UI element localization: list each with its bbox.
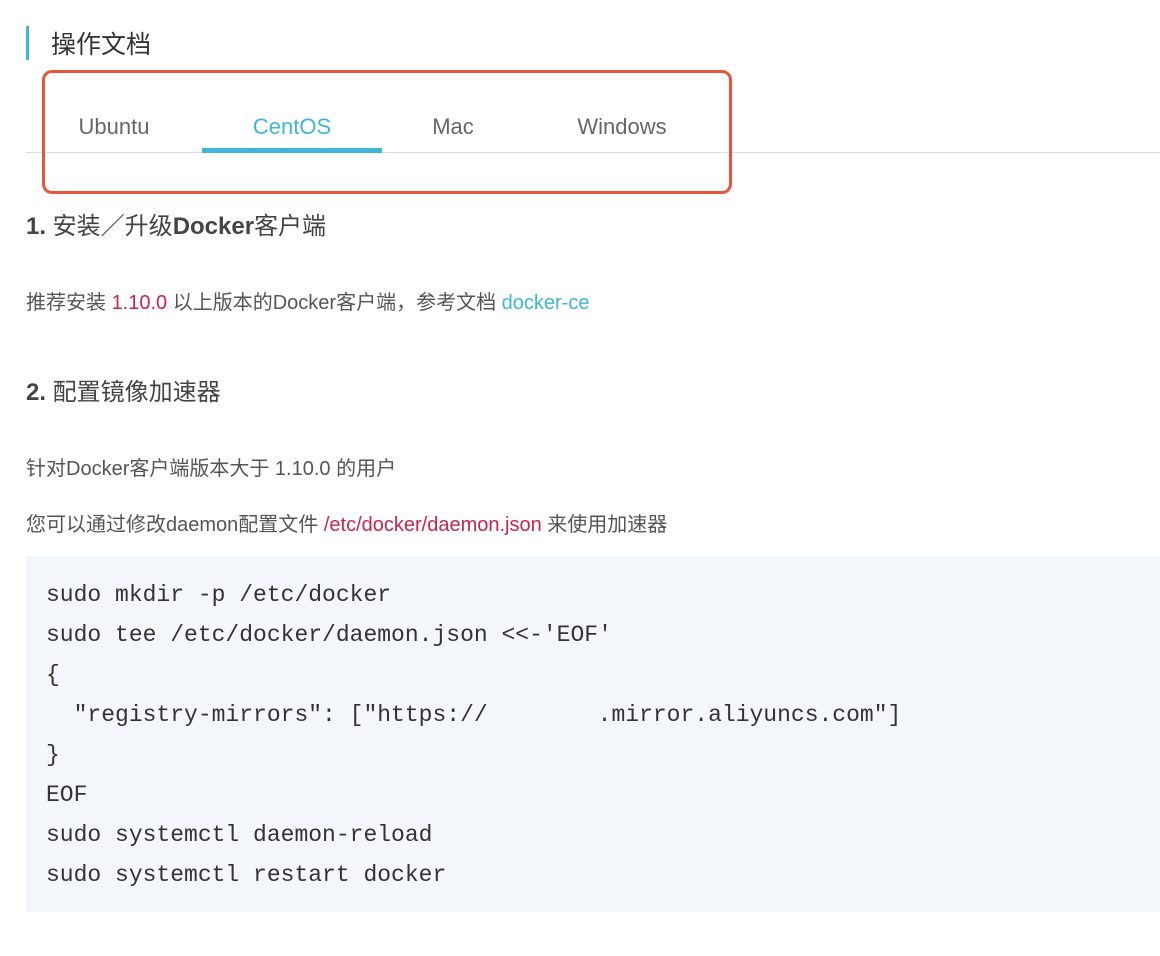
code-block[interactable]: sudo mkdir -p /etc/docker sudo tee /etc/…: [26, 556, 1160, 912]
code-line-8: sudo systemctl restart docker: [46, 862, 447, 888]
tab-mac[interactable]: Mac: [412, 114, 494, 152]
version-number: 1.10.0: [111, 292, 168, 314]
section-2-title: 2. 配置镜像加速器: [26, 372, 221, 407]
daemon-json-path: /etc/docker/daemon.json: [323, 514, 542, 536]
section-1-text-mid: 以上版本的Docker客户端，参考文档: [167, 292, 502, 314]
code-line-7: sudo systemctl daemon-reload: [46, 822, 433, 848]
code-line-4: "registry-mirrors": ["https:// .mirror.al…: [46, 702, 902, 728]
section-2-number: 2.: [26, 379, 47, 406]
tab-centos[interactable]: CentOS: [202, 114, 382, 153]
code-line-3: {: [46, 662, 60, 688]
section-1-title-pre: 安装／升级: [46, 213, 173, 240]
code-line-4-suffix: .mirror.aliyuncs.com"]: [597, 702, 902, 728]
section-1-number: 1.: [26, 213, 47, 240]
section-1-text: 推荐安装 1.10.0 以上版本的Docker客户端，参考文档 docker-c…: [26, 286, 589, 315]
docker-ce-link[interactable]: docker-ce: [502, 292, 590, 314]
page-title: 操作文档: [26, 26, 151, 60]
section-1-title-post: 客户端: [254, 213, 327, 240]
code-line-4-pre: "registry-mirrors": ["https://: [46, 702, 488, 728]
code-line-5: }: [46, 742, 60, 768]
tab-windows[interactable]: Windows: [554, 114, 690, 152]
code-line-6: EOF: [46, 782, 88, 808]
page-title-text: 操作文档: [51, 31, 152, 59]
section-1-title: 1. 安装／升级Docker客户端: [26, 206, 326, 241]
os-tabs: Ubuntu CentOS Mac Windows: [26, 90, 1160, 153]
section-2-line-2-pre: 您可以通过修改daemon配置文件: [26, 514, 324, 536]
code-line-2: sudo tee /etc/docker/daemon.json <<-'EOF…: [46, 622, 612, 648]
tab-ubuntu[interactable]: Ubuntu: [66, 114, 162, 152]
section-1-text-pre: 推荐安装: [26, 292, 112, 314]
code-line-1: sudo mkdir -p /etc/docker: [46, 582, 392, 608]
redacted-mirror-id: [487, 703, 598, 726]
section-1-title-bold: Docker: [172, 213, 255, 240]
section-2-line-1: 针对Docker客户端版本大于 1.10.0 的用户: [26, 458, 397, 480]
section-2-line-2: 您可以通过修改daemon配置文件 /etc/docker/daemon.jso…: [26, 508, 667, 537]
section-2-title-text: 配置镜像加速器: [46, 379, 221, 406]
section-2-line-2-post: 来使用加速器: [541, 514, 668, 536]
